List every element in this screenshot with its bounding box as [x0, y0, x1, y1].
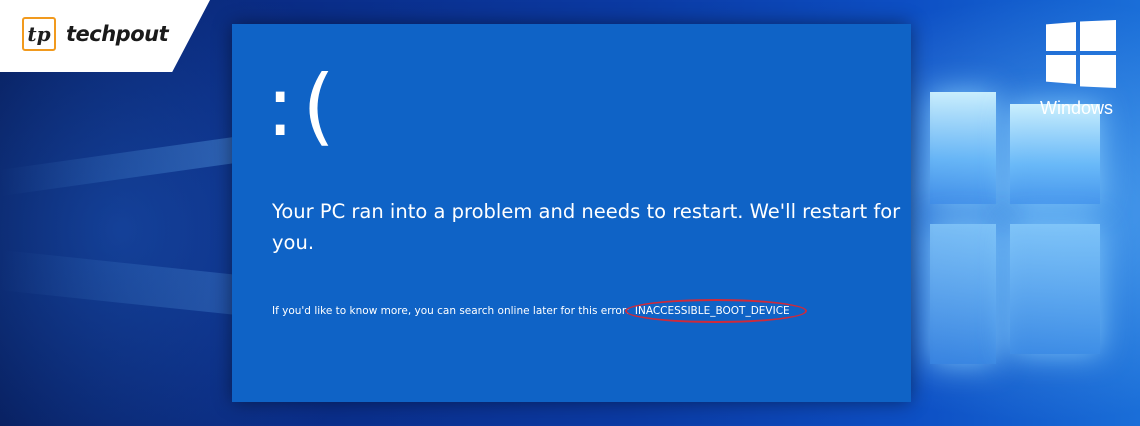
stop-code-highlight: INACCESSIBLE_BOOT_DEVICE: [624, 299, 807, 323]
windows-logo-tile: [1080, 55, 1116, 88]
windows-logo-tile: [1080, 20, 1116, 51]
windows-logo-tile: [1046, 22, 1076, 51]
windows-logo-tile: [1046, 55, 1076, 84]
stop-code: INACCESSIBLE_BOOT_DEVICE: [634, 305, 790, 317]
techpout-logo-banner[interactable]: tp techpout: [0, 0, 210, 72]
windows-label: Windows: [1040, 98, 1114, 118]
background-window-pane: [1010, 224, 1100, 354]
blue-screen-of-death: :( Your PC ran into a problem and needs …: [232, 24, 911, 402]
error-info-line: If you'd like to know more, you can sear…: [272, 299, 807, 323]
sad-face-emoticon: :(: [266, 57, 344, 155]
background-window-pane: [930, 224, 996, 364]
background-window-pane: [1010, 104, 1100, 204]
techpout-logo-icon: tp: [22, 17, 56, 51]
article-banner-image: tp techpout :( Your PC ran into a proble…: [0, 0, 1140, 426]
error-info-text: If you'd like to know more, you can sear…: [272, 305, 633, 317]
background-window-pane: [930, 92, 996, 204]
windows-logo-icon: [1046, 20, 1116, 88]
restart-message: Your PC ran into a problem and needs to …: [272, 200, 901, 254]
techpout-logo-text: techpout: [66, 22, 169, 46]
